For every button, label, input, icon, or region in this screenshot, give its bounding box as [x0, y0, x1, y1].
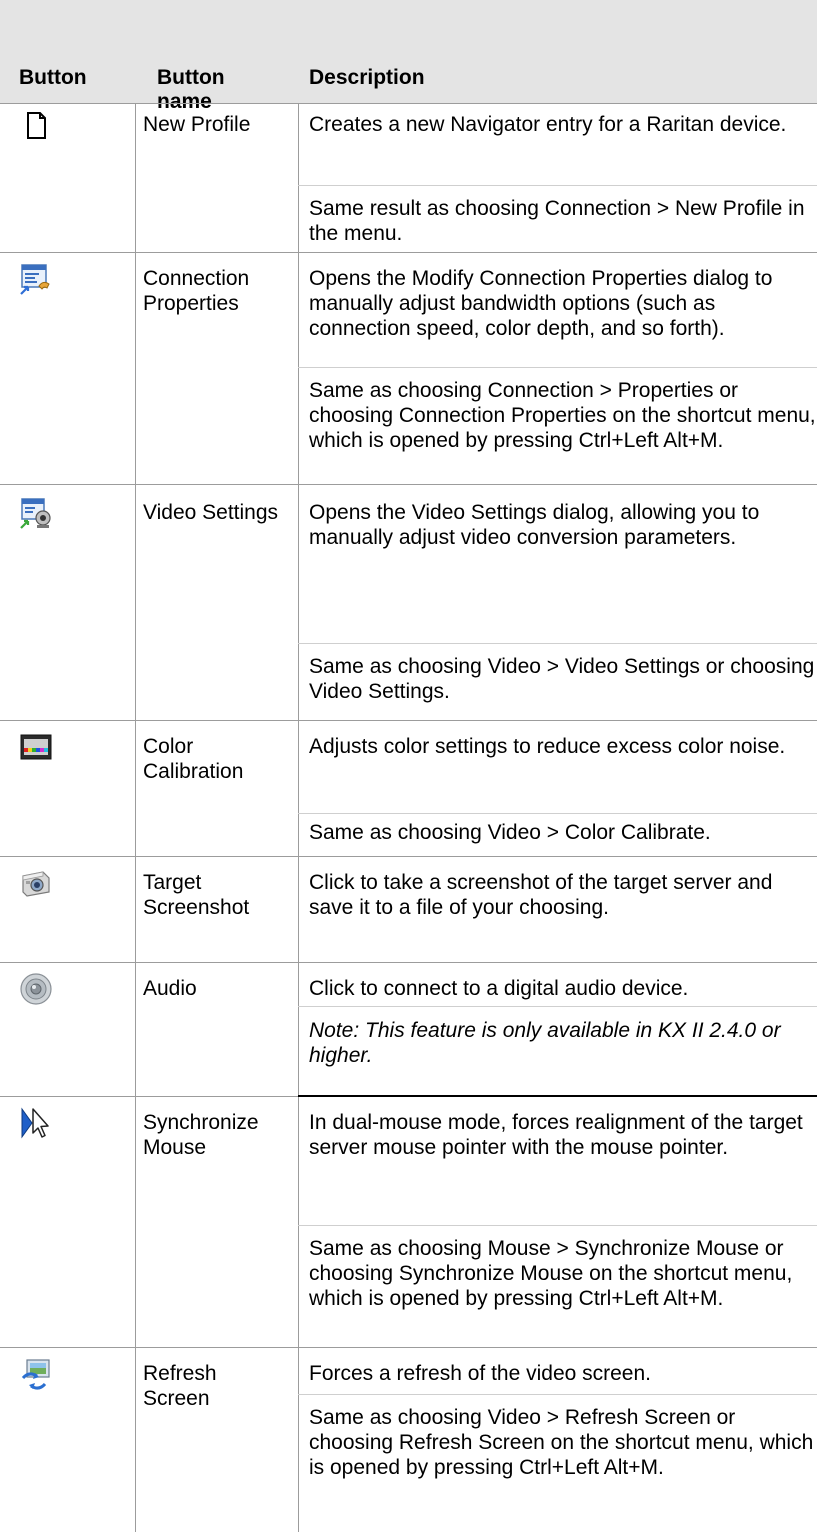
- speaker-icon: [19, 972, 53, 1006]
- row-description: Forces a refresh of the video screen.: [309, 1362, 651, 1385]
- paragraph-divider: [298, 185, 817, 186]
- row-name: Audio: [143, 977, 197, 1000]
- paragraph-divider: [298, 1394, 817, 1395]
- column-divider: [298, 103, 299, 1532]
- header-description: Description: [309, 66, 425, 89]
- paragraph-divider: [298, 1225, 817, 1226]
- row-description: Same as choosing Video > Video Settings …: [309, 655, 815, 703]
- row-name: Color Calibration: [143, 735, 244, 783]
- color-calibration-icon: [19, 730, 53, 764]
- row-name: Connection Properties: [143, 267, 250, 315]
- top-band: [0, 0, 817, 42]
- row-divider: [0, 962, 817, 963]
- paragraph-divider: [298, 1006, 817, 1007]
- paragraph-divider: [298, 643, 817, 644]
- row-description: Same as choosing Mouse > Synchronize Mou…: [309, 1237, 793, 1310]
- row-divider: [0, 484, 817, 485]
- camera-icon: [19, 866, 53, 900]
- row-note: Note: This feature is only available in …: [309, 1019, 781, 1067]
- row-description: Opens the Modify Connection Properties d…: [309, 267, 773, 340]
- row-name: New Profile: [143, 113, 251, 136]
- row-description: Same as choosing Video > Refresh Screen …: [309, 1406, 814, 1479]
- row-description: Click to take a screenshot of the target…: [309, 871, 773, 919]
- row-divider: [0, 1347, 817, 1348]
- row-description: Same as choosing Connection > Properties…: [309, 379, 816, 452]
- row-name: Refresh Screen: [143, 1362, 217, 1410]
- refresh-screen-icon: [19, 1357, 53, 1391]
- table-header: Button Button name Description: [0, 42, 817, 113]
- paragraph-divider: [298, 813, 817, 814]
- video-settings-icon: [19, 496, 53, 530]
- row-description: Opens the Video Settings dialog, allowin…: [309, 501, 760, 549]
- row-name: Target Screenshot: [143, 871, 250, 919]
- row-description: Adjusts color settings to reduce excess …: [309, 735, 786, 758]
- paragraph-divider: [298, 367, 817, 368]
- row-description: Same as choosing Video > Color Calibrate…: [309, 821, 711, 844]
- row-description: Same result as choosing Connection > New…: [309, 197, 805, 245]
- row-description: In dual-mouse mode, forces realignment o…: [309, 1111, 803, 1159]
- header-button: Button: [19, 66, 87, 89]
- row-name: Synchronize Mouse: [143, 1111, 259, 1159]
- column-divider: [135, 103, 136, 1532]
- header-button-name: Button name: [157, 66, 225, 113]
- row-divider: [0, 856, 817, 857]
- row-description: Creates a new Navigator entry for a Rari…: [309, 113, 787, 136]
- row-divider: [0, 252, 817, 253]
- row-divider: [0, 720, 817, 721]
- row-divider: [0, 103, 817, 104]
- row-description: Click to connect to a digital audio devi…: [309, 977, 689, 1000]
- new-profile-icon: [19, 108, 53, 142]
- mouse-pointer-icon: [19, 1106, 53, 1140]
- connection-properties-icon: [19, 262, 53, 296]
- row-name: Video Settings: [143, 501, 279, 524]
- paragraph-divider: [298, 1095, 817, 1097]
